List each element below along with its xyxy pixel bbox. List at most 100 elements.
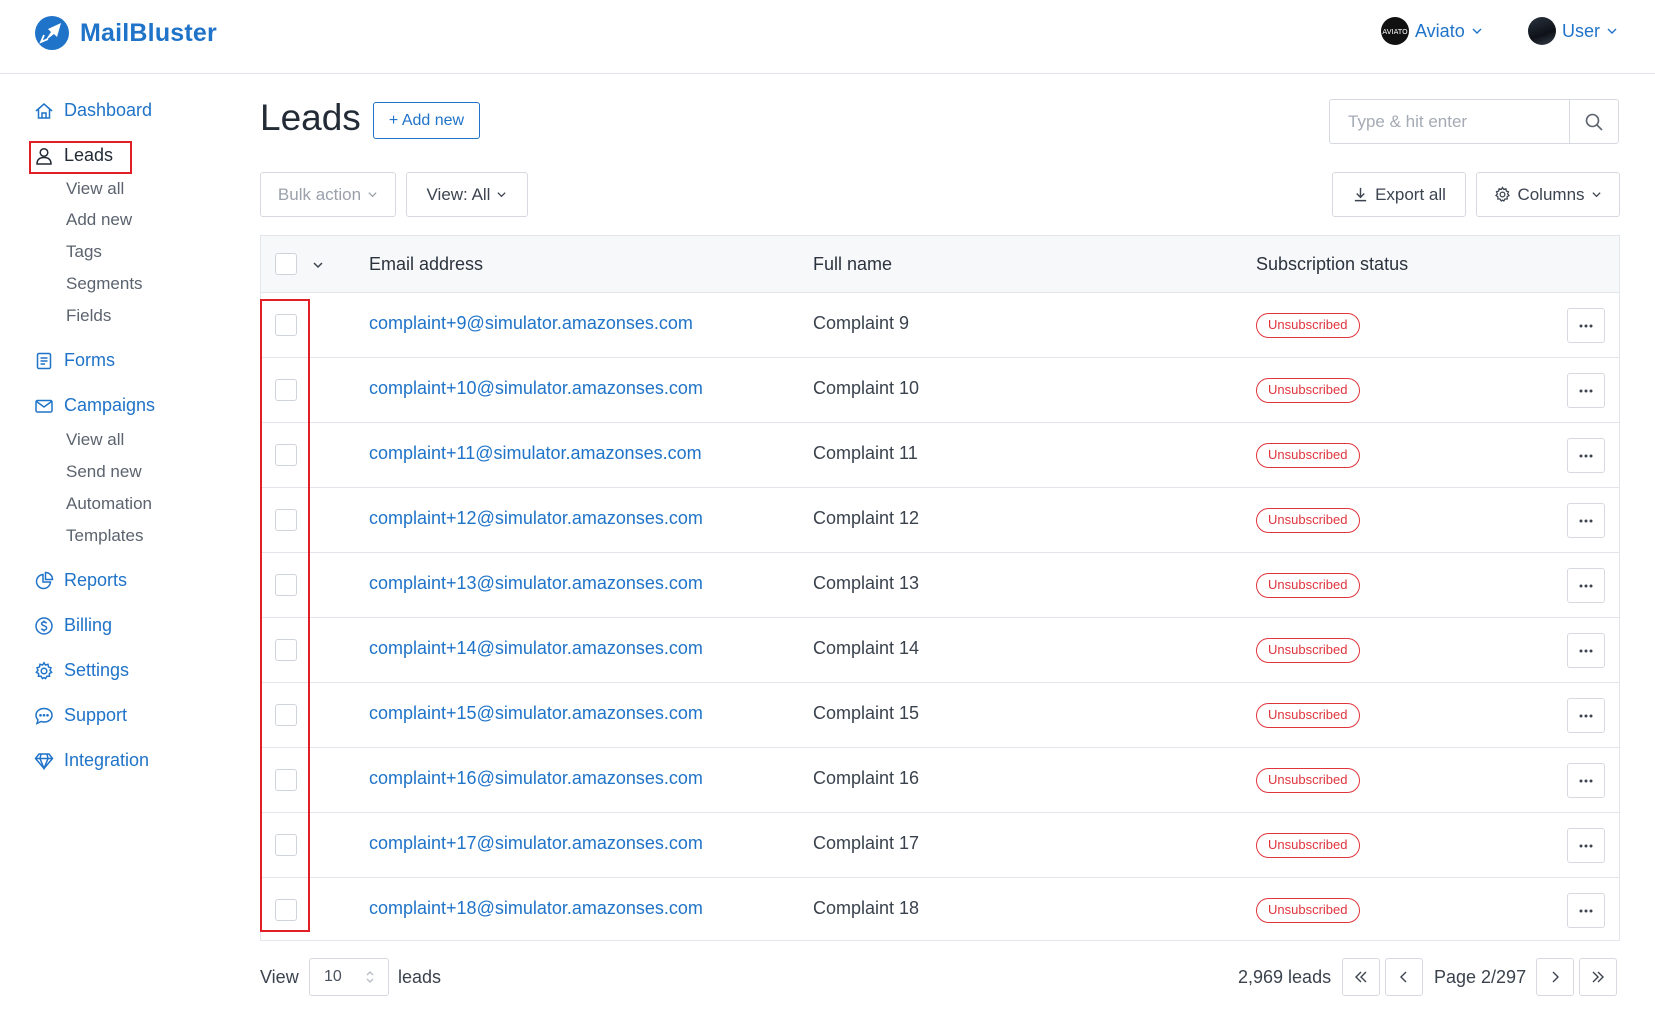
row-actions-button[interactable]	[1567, 308, 1605, 343]
export-all-button[interactable]: Export all	[1332, 172, 1466, 217]
select-all-checkbox[interactable]	[275, 253, 297, 275]
row-actions-button[interactable]	[1567, 373, 1605, 408]
sidebar-sub-leads-view-all[interactable]: View all	[66, 179, 124, 199]
column-header-full-name[interactable]: Full name	[813, 254, 892, 275]
row-actions-button[interactable]	[1567, 568, 1605, 603]
sidebar-item-label: Forms	[64, 350, 115, 370]
sidebar-sub-leads-fields[interactable]: Fields	[66, 306, 111, 326]
sidebar-item-label: Settings	[64, 660, 130, 680]
lead-full-name: Complaint 12	[813, 508, 920, 528]
double-chevron-left-icon	[1355, 971, 1367, 983]
home-icon	[35, 102, 53, 119]
view-filter-label: View: All	[426, 184, 491, 204]
row-checkbox[interactable]	[275, 314, 297, 336]
row-checkbox[interactable]	[275, 574, 297, 596]
table-row: complaint+11@simulator.amazonses.com Comp…	[261, 423, 1619, 488]
sidebar-item-forms[interactable]: Forms	[34, 350, 115, 371]
user-avatar	[1528, 17, 1556, 45]
per-page-stepper[interactable]: 10	[309, 958, 389, 996]
sidebar-sub-campaigns-send-new[interactable]: Send new	[66, 462, 142, 482]
previous-page-button[interactable]	[1385, 958, 1423, 996]
search-button[interactable]	[1569, 100, 1618, 143]
row-actions-button[interactable]	[1567, 763, 1605, 798]
sidebar-item-settings[interactable]: Settings	[34, 660, 129, 681]
sidebar-item-billing[interactable]: Billing	[34, 615, 112, 636]
table-row: complaint+9@simulator.amazonses.com Compl…	[261, 293, 1619, 358]
lead-email-link[interactable]: complaint+14@simulator.amazonses.com	[369, 638, 703, 659]
lead-email-link[interactable]: complaint+10@simulator.amazonses.com	[369, 378, 703, 399]
account-switcher[interactable]: AVIATO Aviato	[1381, 17, 1483, 45]
row-actions-button[interactable]	[1567, 698, 1605, 733]
row-checkbox[interactable]	[275, 639, 297, 661]
sidebar-sub-leads-add-new[interactable]: Add new	[66, 210, 132, 230]
add-new-button[interactable]: + Add new	[373, 102, 480, 139]
lead-email-link[interactable]: complaint+13@simulator.amazonses.com	[369, 573, 703, 594]
row-actions-button[interactable]	[1567, 828, 1605, 863]
chevron-down-icon[interactable]	[311, 258, 325, 272]
gear-icon	[1495, 186, 1511, 202]
first-page-button[interactable]	[1342, 958, 1380, 996]
bulk-action-dropdown[interactable]: Bulk action	[260, 172, 396, 217]
sidebar-item-label: Support	[64, 705, 128, 725]
sidebar-item-campaigns[interactable]: Campaigns	[34, 395, 155, 416]
row-checkbox[interactable]	[275, 834, 297, 856]
row-checkbox[interactable]	[275, 899, 297, 921]
sidebar-item-support[interactable]: Support	[34, 705, 127, 726]
lead-email-link[interactable]: complaint+11@simulator.amazonses.com	[369, 443, 702, 464]
status-badge: Unsubscribed	[1256, 443, 1360, 468]
next-page-button[interactable]	[1536, 958, 1574, 996]
logo[interactable]: MailBluster	[34, 15, 217, 51]
sidebar-sub-leads-tags[interactable]: Tags	[66, 242, 102, 262]
row-checkbox[interactable]	[275, 379, 297, 401]
sidebar-item-leads[interactable]: Leads	[34, 145, 113, 166]
row-checkbox[interactable]	[275, 769, 297, 791]
search-box	[1329, 99, 1619, 144]
lead-email-link[interactable]: complaint+12@simulator.amazonses.com	[369, 508, 703, 529]
last-page-button[interactable]	[1579, 958, 1617, 996]
row-actions-button[interactable]	[1567, 633, 1605, 668]
sidebar-sub-campaigns-templates[interactable]: Templates	[66, 526, 143, 546]
lead-email-link[interactable]: complaint+16@simulator.amazonses.com	[369, 768, 703, 789]
lead-email-link[interactable]: complaint+18@simulator.amazonses.com	[369, 898, 703, 919]
row-actions-button[interactable]	[1567, 438, 1605, 473]
user-icon	[36, 147, 52, 165]
sidebar-item-dashboard[interactable]: Dashboard	[34, 100, 152, 121]
row-actions-button[interactable]	[1567, 893, 1605, 928]
stepper-arrows-icon[interactable]	[364, 968, 376, 986]
search-input[interactable]	[1330, 100, 1569, 143]
sidebar-sub-campaigns-automation[interactable]: Automation	[66, 494, 152, 514]
sidebar-item-integration[interactable]: Integration	[34, 750, 149, 771]
status-badge: Unsubscribed	[1256, 638, 1360, 663]
status-badge: Unsubscribed	[1256, 508, 1360, 533]
lead-full-name: Complaint 17	[813, 833, 920, 853]
account-name: Aviato	[1415, 20, 1465, 41]
table-row: complaint+14@simulator.amazonses.com Comp…	[261, 618, 1619, 683]
row-checkbox[interactable]	[275, 444, 297, 466]
lead-email-link[interactable]: complaint+15@simulator.amazonses.com	[369, 703, 703, 724]
gear-icon	[35, 660, 53, 680]
row-checkbox[interactable]	[275, 509, 297, 531]
more-horizontal-icon	[1579, 779, 1593, 782]
sidebar-item-label: Leads	[64, 145, 114, 165]
column-header-email[interactable]: Email address	[369, 254, 483, 275]
lead-email-link[interactable]: complaint+9@simulator.amazonses.com	[369, 313, 693, 334]
more-horizontal-icon	[1579, 714, 1593, 717]
sidebar-sub-leads-segments[interactable]: Segments	[66, 274, 143, 294]
chevron-right-icon	[1552, 971, 1559, 983]
row-actions-button[interactable]	[1567, 503, 1605, 538]
sidebar-sub-campaigns-view-all[interactable]: View all	[66, 430, 124, 450]
envelope-icon	[35, 399, 53, 413]
columns-dropdown[interactable]: Columns	[1476, 172, 1620, 217]
row-checkbox[interactable]	[275, 704, 297, 726]
lead-full-name: Complaint 13	[813, 573, 920, 593]
user-menu[interactable]: User	[1528, 17, 1618, 45]
sidebar-item-reports[interactable]: Reports	[34, 570, 127, 591]
rocket-logo-icon	[35, 16, 69, 50]
chevron-down-icon	[1591, 192, 1601, 198]
more-horizontal-icon	[1579, 844, 1593, 847]
lead-email-link[interactable]: complaint+17@simulator.amazonses.com	[369, 833, 703, 854]
view-filter-dropdown[interactable]: View: All	[406, 172, 528, 217]
chevron-down-icon	[497, 192, 507, 198]
column-header-subscription-status[interactable]: Subscription status	[1256, 254, 1408, 275]
chevron-down-icon	[1607, 28, 1617, 34]
